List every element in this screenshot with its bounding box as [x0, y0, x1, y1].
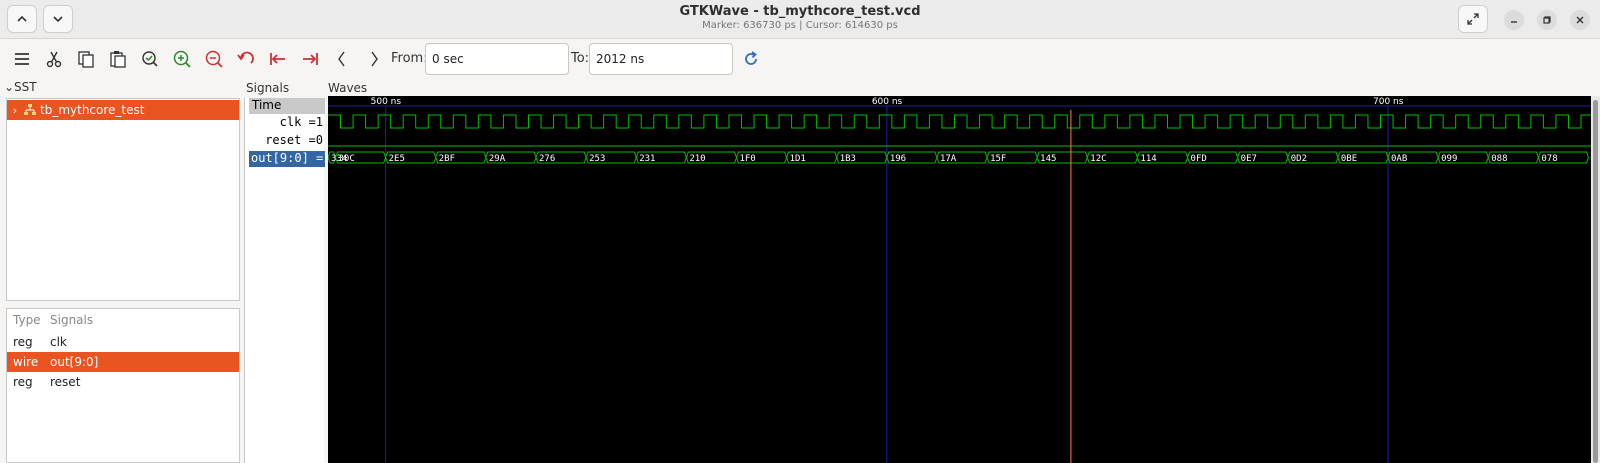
from-input[interactable]	[425, 43, 569, 75]
chevron-right-icon	[371, 51, 378, 67]
waves-pane-label: Waves	[328, 81, 368, 95]
close-icon	[1576, 16, 1584, 24]
bus-value-label: 276	[539, 154, 555, 164]
signals-pane-label: Signals	[246, 81, 290, 95]
menu-button[interactable]	[11, 48, 33, 70]
bus-value-label: 0FD	[1191, 154, 1207, 164]
next-edge-button[interactable]	[363, 48, 385, 70]
to-input[interactable]	[589, 43, 733, 75]
header-bar: GTKWave - tb_mythcore_test.vcd Marker: 6…	[0, 0, 1600, 39]
to-label: To:	[571, 51, 590, 66]
signal-row-out[interactable]: out[9:0] =145	[249, 151, 325, 167]
bus-value-label: 1D1	[790, 154, 806, 164]
zoom-out-button[interactable]	[203, 48, 225, 70]
bus-value-label: 2BF	[439, 154, 455, 164]
paste-icon	[110, 51, 126, 68]
list-item[interactable]: wire out[9:0]	[7, 352, 239, 372]
sst-tree-row-label: tb_mythcore_test	[40, 103, 145, 117]
bus-value-label: 2E5	[389, 154, 405, 164]
bus-value-label: 1F0	[739, 154, 755, 164]
hierarchy-icon	[24, 104, 36, 115]
signal-row-reset[interactable]: reset =0	[249, 133, 325, 149]
copy-icon	[78, 51, 94, 68]
sst-signal-list: Type Signals reg clk wire out[9:0] reg r…	[6, 308, 240, 463]
chevron-down-icon: ⌄	[4, 80, 15, 94]
out-bus-waveform: 33430C 2E5 2BF 29A 276 253 231 210 1F0 1D1 1B3 196 1…	[327, 151, 1590, 164]
toolbar: From: To:	[0, 40, 1600, 78]
zoom-in-icon	[173, 50, 191, 68]
time-axis-label: 700 ns	[1373, 97, 1404, 107]
time-header: Time	[249, 98, 325, 114]
window-title: GTKWave - tb_mythcore_test.vcd	[679, 4, 921, 19]
waves-vertical-scrollbar[interactable]	[1591, 96, 1600, 463]
signals-pane: Time clk =1 reset =0 out[9:0] =145	[244, 98, 325, 463]
clk-waveform	[328, 114, 1591, 129]
bus-value-label: 30C	[339, 154, 355, 164]
zoom-fit-button[interactable]	[139, 48, 161, 70]
restore-icon	[1543, 16, 1551, 24]
zoom-start-icon	[270, 53, 285, 65]
chevron-left-icon	[338, 51, 345, 67]
bus-value-label: 114	[1140, 154, 1156, 164]
sst-tree: › tb_mythcore_test	[6, 98, 240, 301]
list-item[interactable]: reg reset	[7, 372, 239, 392]
waveform-canvas[interactable]: 500 ns 600 ns 700 ns 33430C 2E5 2BF 29A 276 253…	[327, 96, 1591, 463]
list-item[interactable]: reg clk	[7, 332, 239, 352]
undo-icon	[237, 51, 254, 64]
zoom-fit-icon	[142, 51, 158, 67]
bus-value-label: 0BE	[1341, 154, 1357, 164]
time-axis-label: 600 ns	[872, 97, 903, 107]
expand-icon	[1467, 13, 1479, 25]
fullscreen-button[interactable]	[1458, 5, 1488, 33]
minimize-button[interactable]	[1504, 10, 1524, 30]
reload-button[interactable]	[740, 48, 762, 70]
signal-row-clk[interactable]: clk =1	[249, 115, 325, 131]
sst-header[interactable]: ⌄SST	[4, 80, 37, 94]
zoom-to-end-button[interactable]	[299, 48, 321, 70]
bus-value-label: 253	[589, 154, 605, 164]
close-button[interactable]	[1570, 10, 1590, 30]
scrollbar-thumb[interactable]	[1593, 100, 1598, 463]
sst-tree-row[interactable]: › tb_mythcore_test	[7, 100, 239, 120]
bus-value-label: 0E7	[1241, 154, 1257, 164]
previous-edge-button[interactable]	[331, 48, 353, 70]
reload-icon	[745, 51, 757, 65]
cut-icon	[46, 51, 62, 68]
bus-value-label: 099	[1441, 154, 1457, 164]
signals-column-header: Signals	[50, 313, 94, 327]
zoom-out-icon	[205, 50, 223, 68]
zoom-in-button[interactable]	[171, 48, 193, 70]
time-axis-label: 500 ns	[371, 97, 402, 107]
gtkwave-window: GTKWave - tb_mythcore_test.vcd Marker: 6…	[0, 0, 1600, 463]
copy-button[interactable]	[75, 48, 97, 70]
bus-value-label: 0D2	[1291, 154, 1307, 164]
zoom-end-icon	[303, 53, 318, 65]
zoom-to-start-button[interactable]	[267, 48, 289, 70]
menu-icon	[15, 53, 29, 65]
bus-value-label: 210	[689, 154, 705, 164]
bus-value-label: 145	[1040, 154, 1056, 164]
bus-value-label: 078	[1541, 154, 1557, 164]
bus-value-label: 196	[890, 154, 906, 164]
expander-icon: ›	[12, 103, 18, 117]
window-subtitle: Marker: 636730 ps | Cursor: 614630 ps	[702, 20, 898, 31]
maximize-button[interactable]	[1537, 10, 1557, 30]
bus-value-label: 12C	[1090, 154, 1106, 164]
undo-zoom-button[interactable]	[235, 48, 257, 70]
type-column-header: Type	[13, 313, 41, 327]
bus-value-label: 29A	[489, 154, 506, 164]
bus-value-label: 231	[639, 154, 655, 164]
bus-value-label: 088	[1491, 154, 1507, 164]
bus-value-label: 1B3	[840, 154, 856, 164]
waves-pane[interactable]: 500 ns 600 ns 700 ns 334 30C 2E5 2BF 29A 276 253…	[327, 96, 1591, 463]
paste-button[interactable]	[107, 48, 129, 70]
cut-button[interactable]	[43, 48, 65, 70]
minimize-icon	[1511, 21, 1517, 23]
bus-value-label: 15F	[990, 154, 1006, 164]
bus-value-label: 0AB	[1391, 154, 1407, 164]
from-label: From:	[391, 51, 428, 66]
bus-value-label: 17A	[940, 154, 957, 164]
